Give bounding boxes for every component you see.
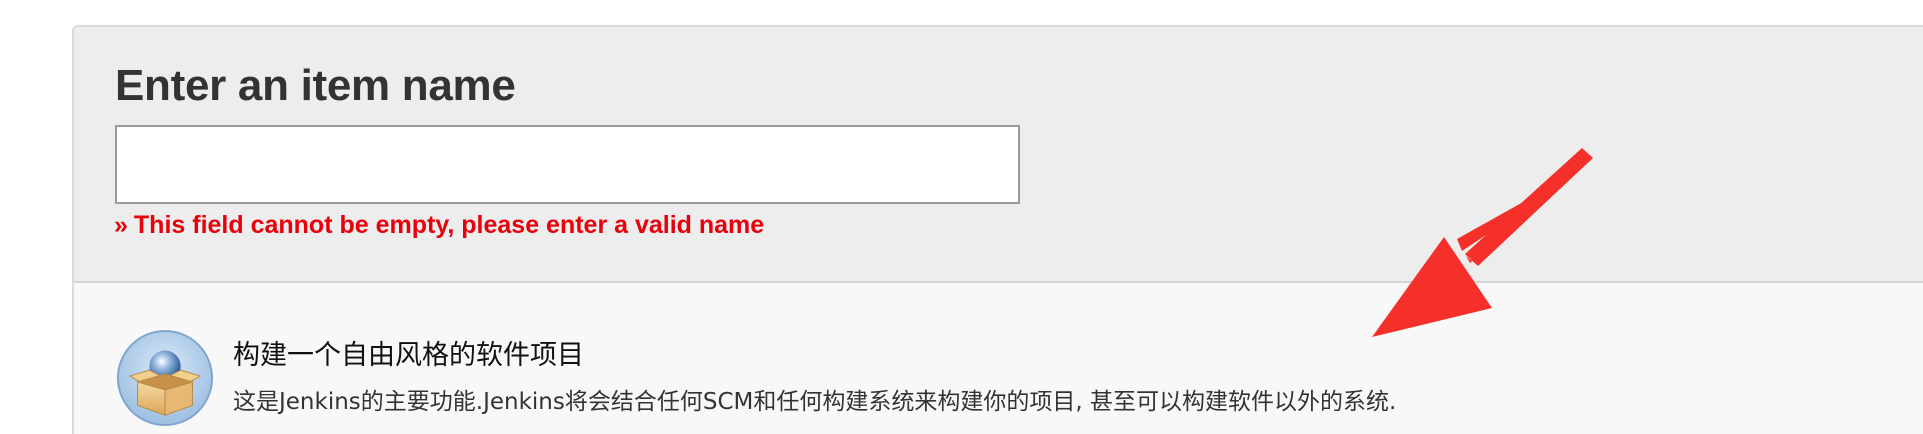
freestyle-project-icon — [116, 329, 214, 427]
item-type-name: 构建一个自由风格的软件项目 — [233, 340, 584, 371]
item-name-section: Enter an item name » This field cannot be… — [74, 27, 1923, 283]
new-item-panel: Enter an item name » This field cannot be… — [72, 25, 1923, 434]
new-item-page: Enter an item name » This field cannot be… — [0, 0, 1923, 434]
error-text: This field cannot be empty, please enter… — [133, 211, 765, 239]
item-type-description: 这是Jenkins的主要功能.Jenkins将会结合任何SCM和任何构建系统来构… — [233, 389, 1397, 415]
page-title: Enter an item name — [115, 61, 516, 110]
item-types-list: 构建一个自由风格的软件项目 这是Jenkins的主要功能.Jenkins将会结合… — [74, 283, 1923, 434]
validation-error: » This field cannot be empty, please ente… — [114, 211, 764, 240]
item-name-input[interactable] — [115, 125, 1020, 204]
item-type-freestyle[interactable]: 构建一个自由风格的软件项目 这是Jenkins的主要功能.Jenkins将会结合… — [74, 283, 1923, 434]
error-bullet-icon: » — [114, 211, 128, 239]
